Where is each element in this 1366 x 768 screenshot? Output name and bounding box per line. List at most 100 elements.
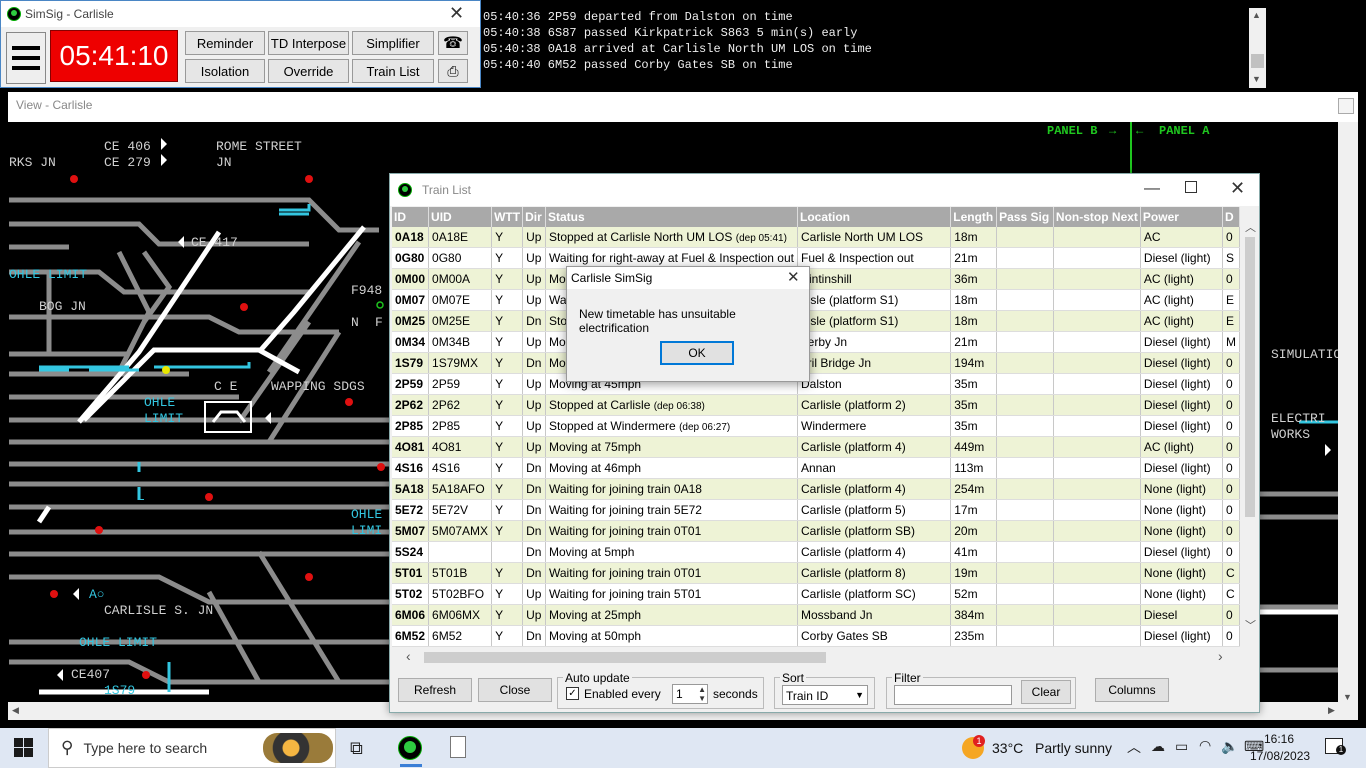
hscroll-thumb[interactable]	[424, 652, 826, 663]
auto-update-checkbox[interactable]: ✓	[566, 687, 579, 700]
col-location[interactable]: Location	[797, 207, 952, 227]
table-row[interactable]: 2P62 2P62 Y Up Stopped at Carlisle (dep 06:3…	[392, 394, 1240, 416]
table-row[interactable]: 1S79 1S79MX Y Dn Mo eril Bridge Jn 194m Diesel …	[392, 352, 1240, 374]
filter-input[interactable]	[894, 685, 1012, 705]
close-icon[interactable]: ✕	[787, 268, 800, 286]
vscroll-thumb[interactable]	[1245, 237, 1255, 517]
col-wtt[interactable]: WTT	[491, 207, 524, 227]
log-scrollbar[interactable]: ▲ ▼	[1249, 8, 1266, 88]
col-power[interactable]: Power	[1140, 207, 1223, 227]
col-dir[interactable]: Dir	[522, 207, 546, 227]
table-row[interactable]: 0M00 0M00A Y Up Mo Aintinshill 36m AC (light) 0	[392, 268, 1240, 290]
stepper-down-icon[interactable]: ▼	[698, 694, 706, 703]
chevron-left-icon[interactable]: ‹	[406, 648, 411, 664]
table-row[interactable]: 2P85 2P85 Y Up Stopped at Windermere (dep 06…	[392, 415, 1240, 437]
minimize-icon[interactable]: —	[1144, 180, 1160, 198]
clock-time[interactable]: 16:16	[1264, 732, 1294, 746]
override-button[interactable]: Override	[268, 59, 349, 83]
scroll-up-icon[interactable]: ▲	[1252, 10, 1261, 20]
chevron-down-icon[interactable]: ﹀	[1245, 617, 1256, 633]
train-list-button[interactable]: Train List	[352, 59, 434, 83]
ok-button[interactable]: OK	[660, 341, 734, 365]
col-d[interactable]: D	[1222, 207, 1240, 227]
table-row[interactable]: 5E72 5E72V Y Dn Waiting for joining train 5E…	[392, 499, 1240, 521]
table-row[interactable]: 2P59 2P59 Y Up Moving at 45mph Dalston 35m Dies…	[392, 373, 1240, 395]
printer-icon[interactable]: ⎙	[438, 59, 468, 83]
col-uid[interactable]: UID	[428, 207, 493, 227]
close-button[interactable]: Close	[478, 678, 552, 702]
simsig-taskbar-icon[interactable]	[398, 736, 422, 760]
reminder-button[interactable]: Reminder	[185, 31, 265, 55]
close-icon[interactable]: ✕	[449, 3, 464, 24]
notification-badge: 1	[1336, 745, 1346, 755]
cell-pass	[996, 625, 1054, 647]
train-list-hscroll[interactable]: ‹ ›	[392, 648, 1240, 666]
chevron-up-icon[interactable]: ︿	[1127, 737, 1141, 757]
table-row[interactable]: 6M06 6M06MX Y Up Moving at 25mph Mossband Jn 3…	[392, 604, 1240, 626]
rks-jn-label: RKS JN	[9, 155, 56, 170]
hamburger-menu-button[interactable]	[6, 32, 46, 84]
table-row[interactable]: 4O81 4O81 Y Up Moving at 75mph Carlisle (plat…	[392, 436, 1240, 458]
weather-text[interactable]: Partly sunny	[1035, 740, 1112, 756]
table-row[interactable]: 6M52 6M52 Y Dn Moving at 50mph Corby Gates SB…	[392, 625, 1240, 647]
view-vertical-scrollbar[interactable]: ▼	[1338, 122, 1358, 720]
col-pass-sig[interactable]: Pass Sig	[996, 207, 1054, 227]
clock-date[interactable]: 17/08/2023	[1250, 749, 1310, 763]
close-icon[interactable]: ✕	[1230, 178, 1245, 199]
col-id[interactable]: ID	[392, 207, 430, 227]
stepper-up-icon[interactable]: ▲	[698, 685, 706, 694]
windows-start-icon[interactable]	[14, 738, 34, 758]
volume-icon[interactable]: 🔈	[1221, 738, 1238, 755]
battery-icon[interactable]: ▭	[1175, 738, 1188, 755]
cell-id-text: 0A18	[395, 230, 424, 244]
log-scroll-thumb[interactable]	[1251, 54, 1264, 68]
refresh-button[interactable]: Refresh	[398, 678, 472, 702]
clear-button[interactable]: Clear	[1021, 680, 1071, 704]
scroll-down-icon[interactable]: ▼	[1343, 692, 1352, 702]
maximize-icon[interactable]	[1185, 181, 1197, 193]
table-row[interactable]: 0G80 0G80 Y Up Waiting for right-away at Fue…	[392, 247, 1240, 269]
isolation-button[interactable]: Isolation	[185, 59, 265, 83]
table-row[interactable]: 4S16 4S16 Y Dn Moving at 46mph Annan 113m Diese…	[392, 457, 1240, 479]
col-length[interactable]: Length	[950, 207, 998, 227]
simplifier-button[interactable]: Simplifier	[352, 31, 434, 55]
scroll-left-icon[interactable]: ◀	[12, 705, 19, 716]
cell-nonstop	[1053, 562, 1141, 584]
notification-center-icon[interactable]: 1	[1325, 738, 1346, 755]
chevron-up-icon[interactable]: ︿	[1245, 219, 1256, 235]
view-control-box[interactable]	[1338, 98, 1354, 114]
telephone-icon[interactable]: ☎	[438, 31, 468, 55]
task-view-icon[interactable]: ⧉	[350, 738, 363, 759]
table-row[interactable]: 5T01 5T01B Y Dn Waiting for joining train 0T…	[392, 562, 1240, 584]
train-list-vscroll[interactable]: ︿ ﹀	[1242, 217, 1258, 634]
sort-select[interactable]: Train ID ▼	[782, 685, 868, 705]
table-row[interactable]: 5S24 Dn Moving at 5mph Carlisle (platform 4…	[392, 541, 1240, 563]
table-row[interactable]: 5A18 5A18AFO Y Dn Waiting for joining train …	[392, 478, 1240, 500]
td-interpose-button[interactable]: TD Interpose	[268, 31, 349, 55]
scroll-right-icon[interactable]: ▶	[1328, 705, 1335, 716]
cell-location: Carlisle (platform 4)	[797, 436, 952, 458]
cell-power-text: None (light)	[1143, 524, 1206, 538]
cell-status: Moving at 75mph	[545, 436, 799, 458]
temperature-text[interactable]: 33°C	[992, 740, 1023, 756]
table-row[interactable]: 5T02 5T02BFO Y Up Waiting for joining train …	[392, 583, 1240, 605]
scroll-down-icon[interactable]: ▼	[1252, 74, 1261, 84]
table-row[interactable]: 0M25 0M25E Y Dn Sto rlisle (platform S1) 18m AC…	[392, 310, 1240, 332]
cloud-icon[interactable]: ☁	[1151, 738, 1165, 755]
table-row[interactable]: 0A18 0A18E Y Up Stopped at Carlisle North UM…	[392, 227, 1240, 248]
wifi-icon[interactable]: ◠	[1199, 737, 1211, 754]
taskbar-search-box[interactable]: ⚲ Type here to search	[48, 728, 336, 768]
dropdown-arrow-icon[interactable]: ▼	[855, 690, 864, 700]
table-row[interactable]: 0M34 0M34B Y Up Mo nerby Jn 21m Diesel (light) M	[392, 331, 1240, 353]
document-icon[interactable]	[450, 736, 466, 758]
interval-stepper[interactable]: 1 ▲ ▼	[672, 684, 708, 704]
weather-sun-icon[interactable]: 1	[962, 735, 985, 759]
table-row[interactable]: 0M07 0M07E Y Up Wa rlisle (platform S1) 18m AC …	[392, 289, 1240, 311]
columns-button[interactable]: Columns	[1095, 678, 1169, 702]
col-non-stop-next[interactable]: Non-stop Next	[1053, 207, 1141, 227]
cell-pass	[996, 478, 1054, 500]
sim-clock[interactable]: 05:41:10	[50, 30, 178, 82]
col-status[interactable]: Status	[545, 207, 799, 227]
chevron-right-icon[interactable]: ›	[1218, 648, 1223, 664]
table-row[interactable]: 5M07 5M07AMX Y Dn Waiting for joining train …	[392, 520, 1240, 542]
